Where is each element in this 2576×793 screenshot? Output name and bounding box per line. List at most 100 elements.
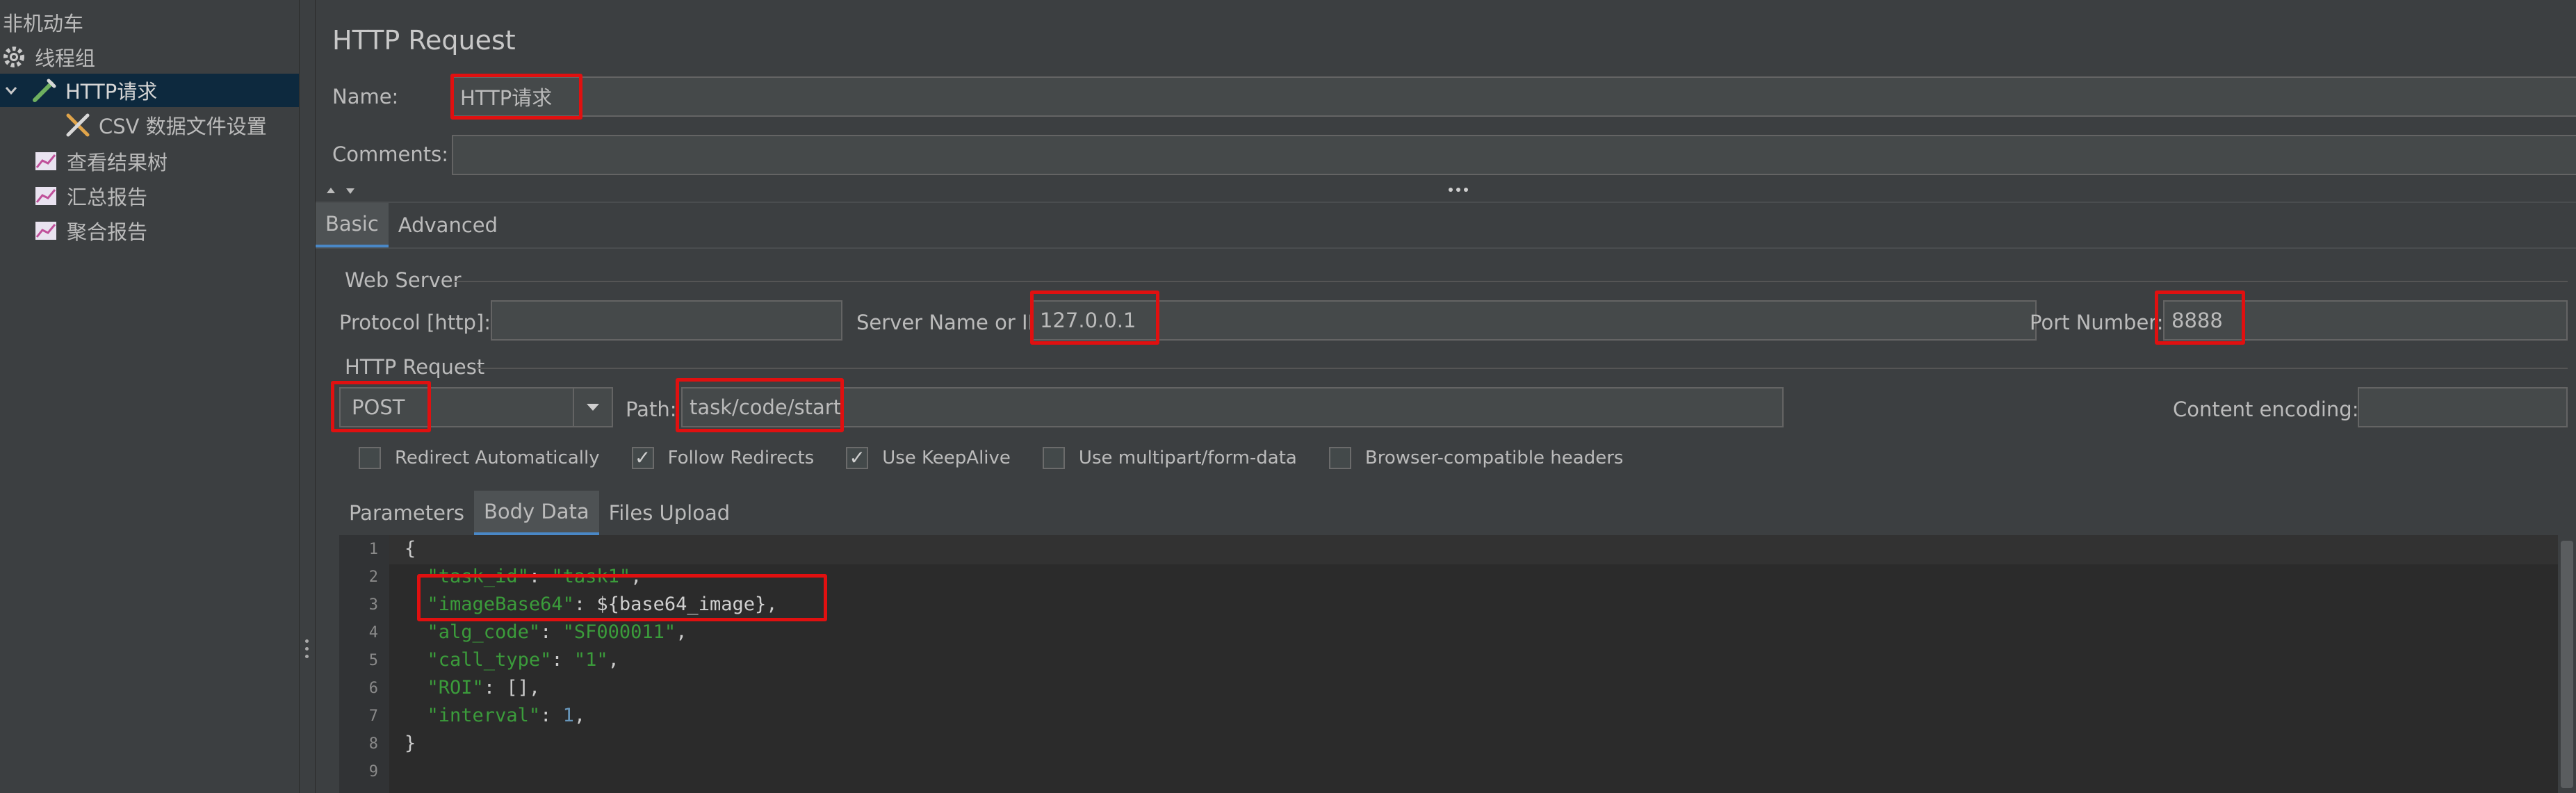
line-number: 4 (368, 624, 378, 641)
tree-item-http-request[interactable]: HTTP请求 (0, 74, 299, 107)
config-tabs: Basic Advanced (316, 203, 507, 247)
tree-item-label: 非机动车 (3, 12, 84, 35)
redirect-automatically-checkbox[interactable]: Redirect Automatically (359, 447, 600, 469)
tab-basic[interactable]: Basic (316, 203, 389, 247)
tab-body-data[interactable]: Body Data (474, 491, 599, 535)
line-number: 2 (368, 569, 378, 586)
scrollbar-thumb[interactable] (2561, 541, 2573, 788)
chart-icon (32, 217, 60, 245)
tree-item-csv-data-set[interactable]: CSV 数据文件设置 (64, 108, 267, 142)
editor-scrollbar[interactable] (2558, 535, 2576, 793)
line-number: 5 (368, 652, 378, 669)
collapse-bar (323, 183, 2576, 202)
tab-advanced[interactable]: Advanced (389, 203, 507, 247)
checkbox-box[interactable] (1042, 447, 1065, 469)
protocol-label: Protocol [http]: (339, 311, 491, 334)
chevron-down-icon[interactable] (1, 83, 21, 98)
tree-item-label: CSV 数据文件设置 (99, 115, 267, 138)
test-plan-tree: 非机动车 线程组 HTTP请求 CSV 数据文件设置 查看结果树 汇总报告 聚合… (0, 0, 299, 793)
server-value: 127.0.0.1 (1040, 309, 1136, 332)
http-request-section-title: HTTP Request (345, 355, 485, 379)
protocol-input[interactable] (491, 300, 842, 341)
line-number: 6 (368, 680, 378, 697)
code-line: "call_type": "1", (427, 649, 619, 671)
current-line-highlight (389, 535, 2558, 564)
code-line: "imageBase64": ${base64_image}, (427, 594, 778, 615)
browser-compatible-headers-checkbox[interactable]: Browser-compatible headers (1328, 447, 1624, 469)
line-number: 3 (368, 596, 378, 614)
name-label: Name: (332, 85, 399, 108)
tab-parameters[interactable]: Parameters (339, 491, 474, 535)
comments-input[interactable] (452, 135, 2576, 175)
divider (316, 247, 2576, 249)
line-number: 7 (368, 708, 378, 725)
tree-item-label: 线程组 (35, 47, 96, 70)
http-request-panel: HTTP Request Name: HTTP请求 Comments: Basi… (316, 0, 2576, 793)
checkbox-label: Use KeepAlive (882, 448, 1011, 468)
code-line: { (405, 538, 416, 559)
follow-redirects-checkbox[interactable]: ✓ Follow Redirects (631, 447, 815, 469)
tree-item-label: 聚合报告 (67, 220, 148, 244)
path-label: Path: (626, 398, 677, 421)
checkbox-label: Use multipart/form-data (1078, 448, 1297, 468)
code-line: "interval": 1, (427, 705, 586, 726)
tree-item-label: HTTP请求 (65, 80, 158, 104)
method-select[interactable]: POST (339, 387, 613, 427)
method-value: POST (352, 395, 405, 419)
checkbox-box[interactable]: ✓ (846, 447, 869, 469)
tree-item-aggregate-report[interactable]: 聚合报告 (32, 214, 147, 247)
line-number: 9 (368, 763, 378, 780)
body-tabs: Parameters Body Data Files Upload (339, 491, 740, 535)
server-input[interactable]: 127.0.0.1 (1032, 300, 2037, 341)
checkbox-box[interactable] (359, 447, 381, 469)
splitter-grip-icon[interactable] (305, 639, 309, 664)
tree-item-summary-report[interactable]: 汇总报告 (32, 179, 147, 213)
drag-handle-icon[interactable] (1449, 188, 1468, 192)
tree-item-view-results-tree[interactable]: 查看结果树 (32, 145, 168, 178)
divider (316, 202, 2576, 203)
code-line: "alg_code": "SF000011", (427, 621, 687, 643)
path-input[interactable]: task/code/start (681, 387, 1784, 427)
chart-icon (32, 182, 60, 210)
checkbox-box[interactable] (1328, 447, 1351, 469)
panel-splitter[interactable] (299, 0, 316, 793)
checkbox-label: Follow Redirects (667, 448, 815, 468)
content-encoding-input[interactable] (2358, 387, 2568, 427)
request-options: Redirect Automatically ✓ Follow Redirect… (359, 447, 1655, 469)
use-multipart-checkbox[interactable]: Use multipart/form-data (1042, 447, 1297, 469)
dropdown-arrow-icon[interactable] (573, 389, 612, 426)
collapse-arrows-icon[interactable] (323, 183, 364, 199)
code-line: "task_id": "task1", (427, 566, 642, 587)
tree-item-label: 汇总报告 (67, 186, 148, 209)
path-value: task/code/start (690, 395, 842, 419)
tab-files-upload[interactable]: Files Upload (599, 491, 740, 535)
tree-item-thread-group[interactable]: 线程组 (0, 40, 95, 74)
checkbox-label: Redirect Automatically (395, 448, 600, 468)
section-divider (455, 281, 2568, 282)
body-data-editor[interactable]: 1 2 3 4 5 6 7 8 9 { "task_id": "task1", … (339, 535, 2576, 793)
tree-item-root[interactable]: 非机动车 (3, 6, 83, 39)
name-value: HTTP请求 (460, 86, 553, 110)
server-label: Server Name or IP: (856, 311, 1047, 334)
comments-label: Comments: (332, 142, 448, 166)
code-line: } (405, 733, 416, 754)
port-value: 8888 (2171, 309, 2223, 332)
pipette-icon (31, 76, 58, 104)
checkbox-box[interactable]: ✓ (631, 447, 654, 469)
port-input[interactable]: 8888 (2163, 300, 2568, 341)
name-input[interactable]: HTTP请求 (452, 76, 2576, 117)
code-line: "ROI": [], (427, 677, 541, 698)
line-number: 8 (368, 735, 378, 753)
chart-icon (32, 147, 60, 175)
checkbox-label: Browser-compatible headers (1364, 448, 1624, 468)
page-title: HTTP Request (332, 25, 516, 56)
use-keepalive-checkbox[interactable]: ✓ Use KeepAlive (846, 447, 1011, 469)
section-divider (477, 368, 2568, 369)
web-server-section-title: Web Server (345, 268, 462, 292)
tree-item-label: 查看结果树 (67, 151, 168, 174)
tools-icon (64, 111, 92, 139)
port-label: Port Number: (2030, 311, 2164, 334)
content-encoding-label: Content encoding: (2173, 398, 2359, 421)
line-number: 1 (368, 541, 378, 558)
gear-icon (0, 43, 28, 71)
